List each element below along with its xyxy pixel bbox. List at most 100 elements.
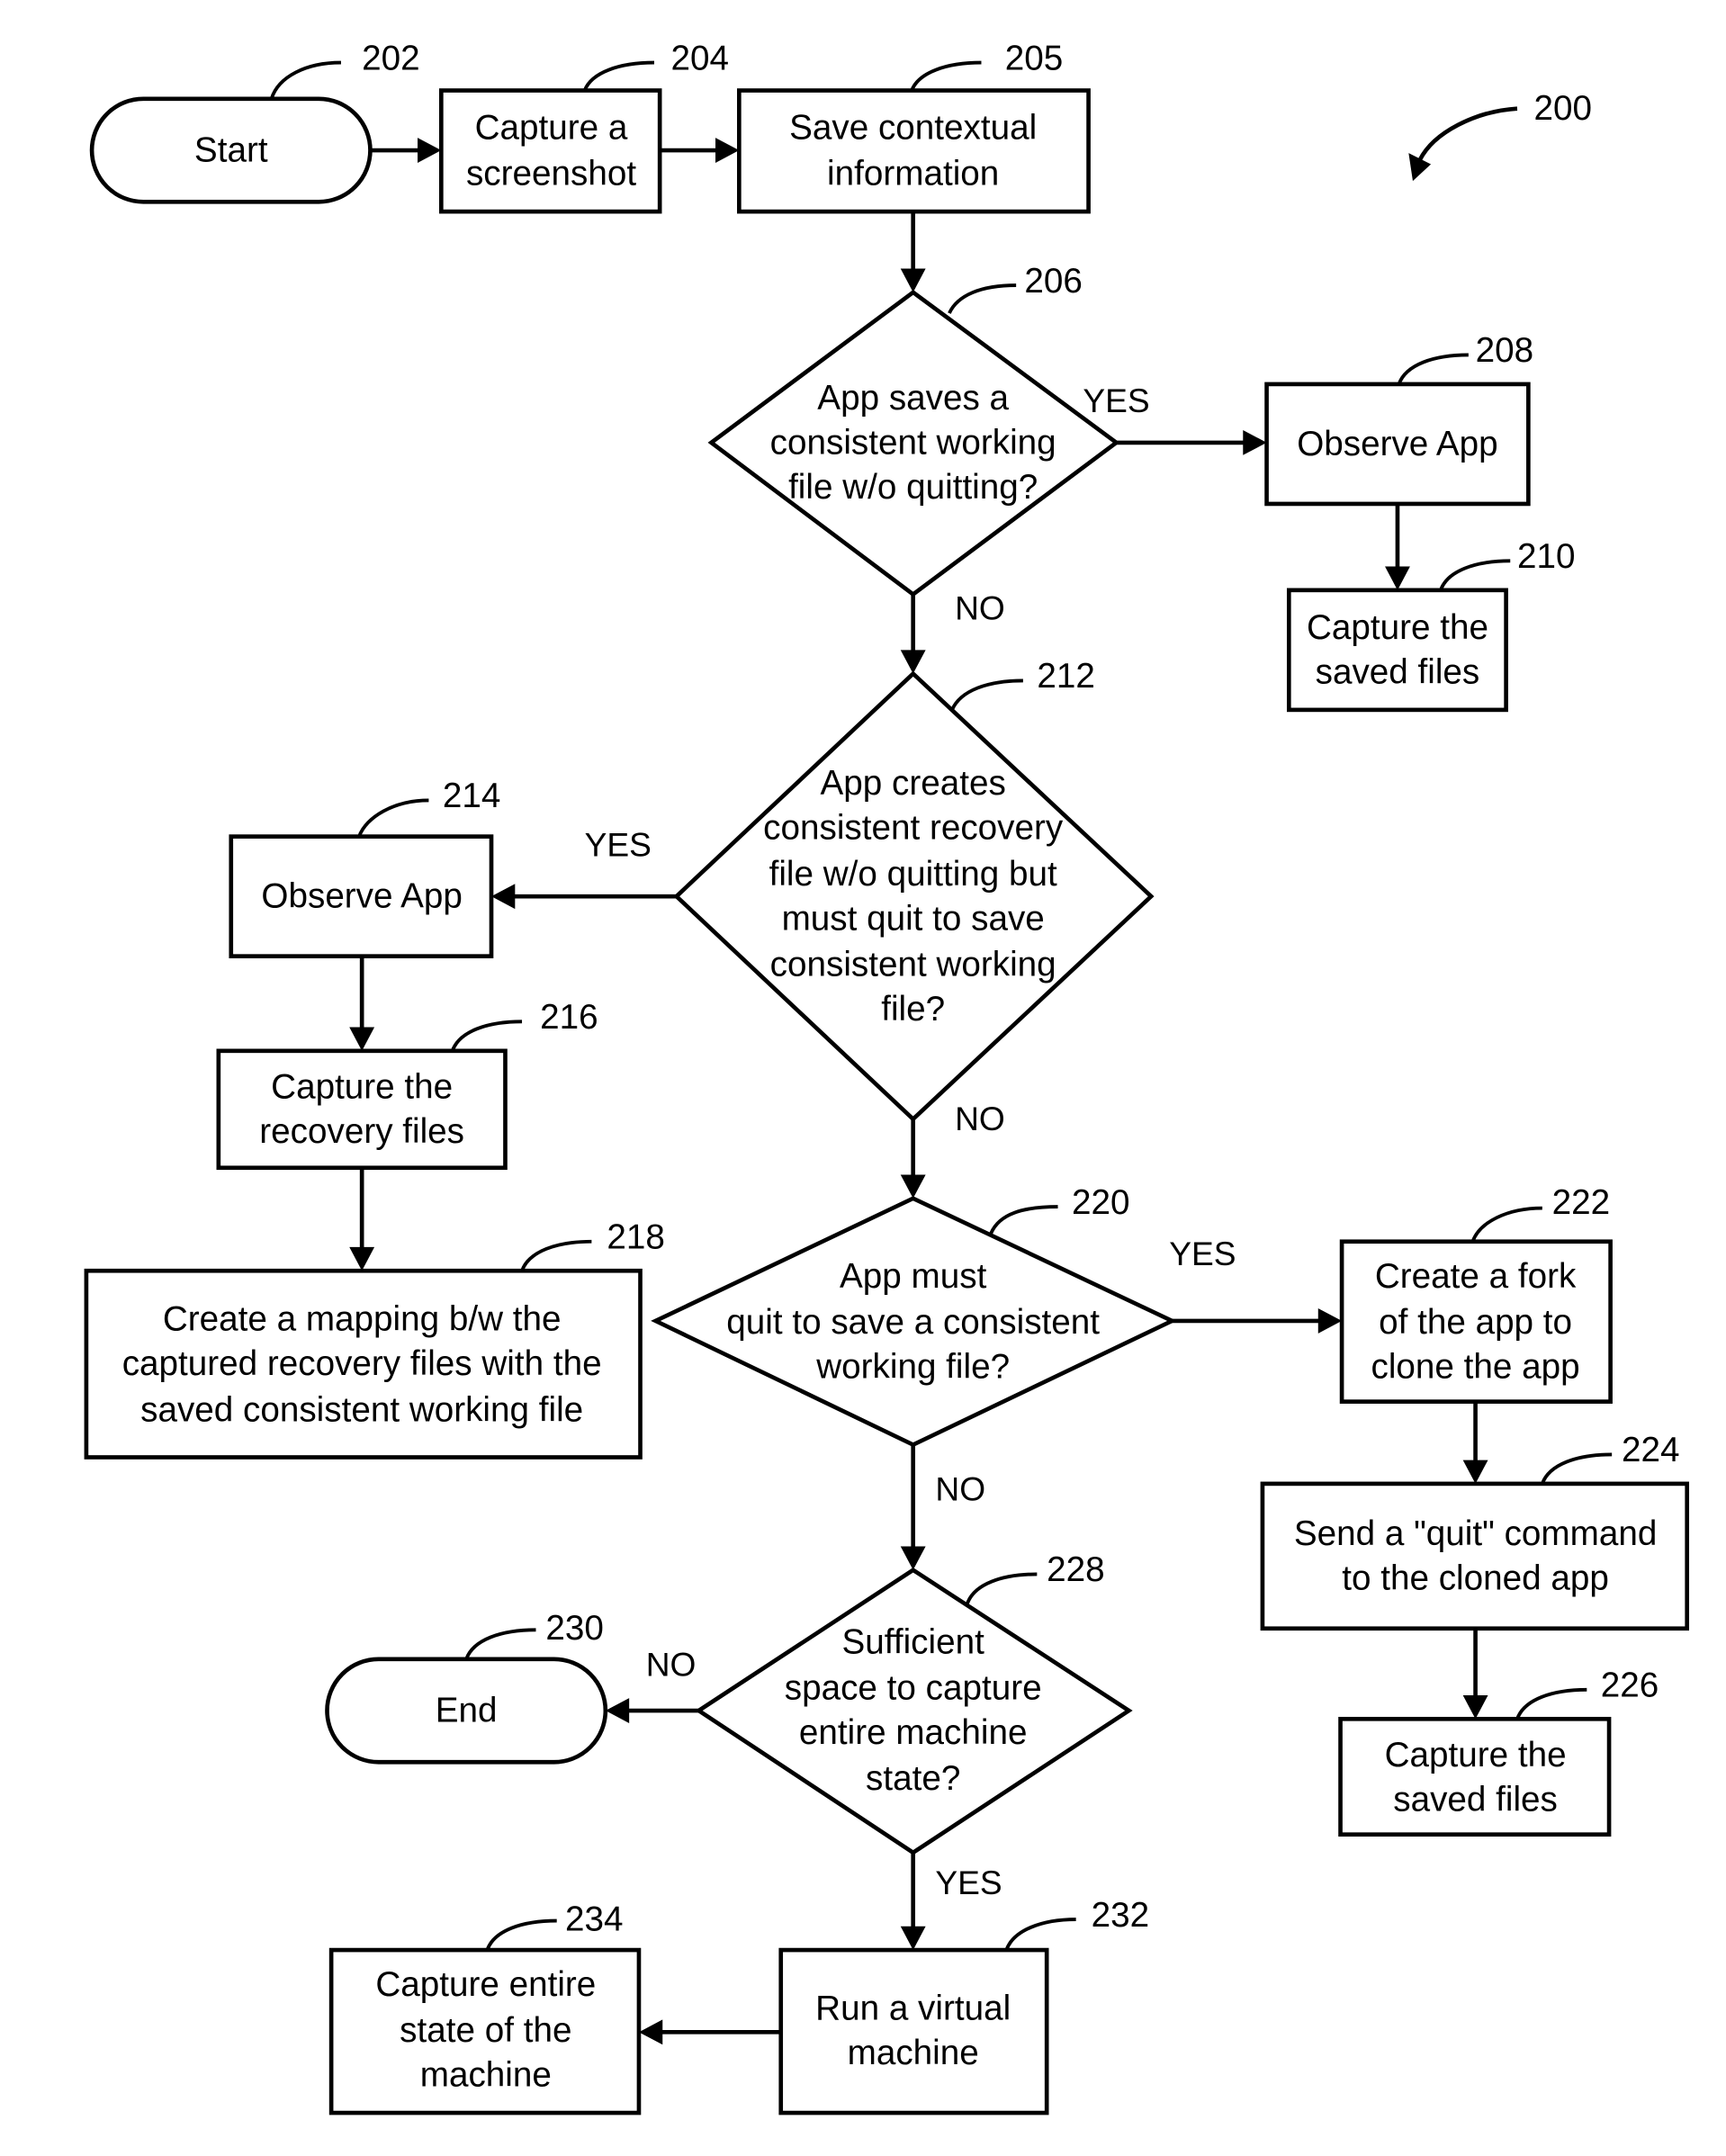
decision-220-line-3: working file? — [815, 1347, 1010, 1386]
node-save-contextual-info[interactable]: Save contextual information — [737, 88, 1091, 214]
node-218-line-1: Create a mapping b/w the — [163, 1300, 562, 1339]
edge-label-220-yes: YES — [1169, 1235, 1236, 1272]
decision-must-quit[interactable]: App must quit to save a consistent worki… — [651, 1196, 1177, 1448]
node-205-line-1: Save contextual — [789, 109, 1037, 148]
arrowhead-icon — [900, 1174, 926, 1199]
ref-226: 226 — [1601, 1666, 1659, 1705]
node-210-line-1: Capture the — [1307, 608, 1488, 647]
leader-214 — [357, 798, 429, 838]
ref-205: 205 — [1005, 39, 1063, 77]
node-send-quit-command[interactable]: Send a "quit" command to the cloned app — [1260, 1481, 1690, 1631]
node-end[interactable]: End — [325, 1657, 608, 1765]
node-start[interactable]: Start — [89, 96, 373, 204]
leader-202 — [269, 60, 341, 100]
node-222-line-2: of the app to — [1379, 1303, 1572, 1342]
node-226-line-1: Capture the — [1385, 1736, 1567, 1774]
ref-218: 218 — [607, 1217, 664, 1256]
ref-222: 222 — [1552, 1183, 1610, 1222]
node-capture-entire-state[interactable]: Capture entire state of the machine — [328, 1947, 642, 2116]
node-232-line-2: machine — [848, 2034, 979, 2072]
leader-216 — [450, 1020, 523, 1052]
leader-228 — [966, 1572, 1038, 1604]
edge-label-228-yes: YES — [935, 1864, 1002, 1901]
leader-230 — [464, 1628, 536, 1660]
figure-pointer-arrow-icon — [1417, 106, 1518, 161]
leader-232 — [1004, 1918, 1076, 1951]
leader-218 — [520, 1239, 592, 1272]
node-218-line-2: captured recovery files with the — [122, 1344, 602, 1383]
ref-212: 212 — [1037, 657, 1094, 696]
figure-reference: 200 — [1408, 89, 1592, 182]
decision-206-line-1: App saves a — [817, 379, 1009, 418]
arrowhead-icon — [418, 138, 442, 163]
leader-212 — [950, 678, 1023, 711]
leader-204 — [582, 60, 654, 92]
ref-220: 220 — [1072, 1183, 1129, 1222]
decision-206-line-3: file w/o quitting? — [788, 468, 1038, 507]
node-226-line-2: saved files — [1393, 1780, 1558, 1819]
edge-label-212-no: NO — [955, 1100, 1005, 1137]
node-create-mapping[interactable]: Create a mapping b/w the captured recove… — [84, 1268, 643, 1460]
decision-212-line-1: App creates — [821, 764, 1006, 803]
arrowhead-icon — [900, 1546, 926, 1570]
arrowhead-icon — [900, 268, 926, 292]
node-214-label: Observe App — [261, 877, 462, 916]
arrowhead-icon — [1462, 1695, 1488, 1720]
arrowhead-icon — [900, 650, 926, 674]
decision-220-line-1: App must — [840, 1257, 987, 1296]
ref-204: 204 — [671, 39, 729, 77]
node-222-line-3: clone the app — [1371, 1347, 1580, 1386]
node-232-line-1: Run a virtual — [815, 1989, 1011, 2027]
node-end-label: End — [436, 1691, 498, 1729]
node-observe-app-208[interactable]: Observe App — [1264, 382, 1531, 507]
node-create-fork[interactable]: Create a fork of the app to clone the ap… — [1339, 1239, 1613, 1404]
arrowhead-icon — [715, 138, 740, 163]
decision-sufficient-space[interactable]: Sufficient space to capture entire machi… — [695, 1568, 1133, 1855]
leader-226 — [1515, 1687, 1587, 1720]
ref-230: 230 — [545, 1609, 603, 1648]
leader-208 — [1397, 353, 1469, 385]
arrowhead-icon — [900, 1926, 926, 1951]
ref-208: 208 — [1476, 331, 1533, 370]
leader-205 — [910, 60, 982, 92]
decision-206-line-2: consistent working — [770, 423, 1056, 462]
arrowhead-icon — [1317, 1307, 1343, 1334]
arrowhead-icon — [638, 2019, 663, 2045]
leader-220 — [989, 1205, 1058, 1235]
node-208-label: Observe App — [1297, 425, 1497, 463]
node-run-virtual-machine[interactable]: Run a virtual machine — [778, 1947, 1049, 2116]
node-capture-screenshot[interactable]: Capture a screenshot — [439, 88, 662, 214]
leader-210 — [1439, 559, 1511, 591]
node-234-line-2: state of the — [400, 2011, 571, 2050]
node-234-line-1: Capture entire — [375, 1965, 596, 2004]
node-205-line-2: information — [827, 155, 999, 193]
decision-228-line-2: space to capture — [785, 1669, 1042, 1708]
arrowhead-icon — [1462, 1460, 1488, 1484]
edge-label-212-yes: YES — [585, 825, 652, 863]
arrowhead-icon — [349, 1027, 375, 1051]
node-capture-saved-files-210[interactable]: Capture the saved files — [1286, 588, 1508, 713]
node-capture-recovery-files[interactable]: Capture the recovery files — [216, 1048, 508, 1171]
node-224-line-2: to the cloned app — [1342, 1559, 1609, 1597]
node-capture-saved-files-226[interactable]: Capture the saved files — [1338, 1716, 1612, 1837]
node-210-line-2: saved files — [1316, 652, 1480, 691]
node-216-line-2: recovery files — [259, 1112, 464, 1151]
arrowhead-icon — [1385, 566, 1410, 590]
decision-212-line-6: file? — [881, 990, 945, 1029]
node-observe-app-214[interactable]: Observe App — [229, 834, 494, 958]
ref-206: 206 — [1024, 262, 1082, 301]
decision-228-line-4: state? — [866, 1759, 960, 1798]
arrowhead-icon — [349, 1246, 375, 1271]
leader-224 — [1541, 1452, 1613, 1485]
node-start-label: Start — [194, 130, 268, 169]
leader-234 — [485, 1918, 557, 1951]
decision-saves-working-file[interactable]: App saves a consistent working file w/o … — [707, 289, 1120, 597]
node-218-line-3: saved consistent working file — [140, 1390, 583, 1429]
decision-recovery-file[interactable]: App creates consistent recovery file w/o… — [673, 670, 1155, 1122]
decision-212-line-5: consistent working — [770, 945, 1056, 984]
node-224-line-1: Send a "quit" command — [1294, 1514, 1657, 1553]
edge-label-220-no: NO — [935, 1469, 985, 1507]
node-222-line-1: Create a fork — [1375, 1257, 1577, 1296]
ref-232: 232 — [1092, 1896, 1149, 1935]
edge-label-206-yes: YES — [1083, 382, 1149, 419]
